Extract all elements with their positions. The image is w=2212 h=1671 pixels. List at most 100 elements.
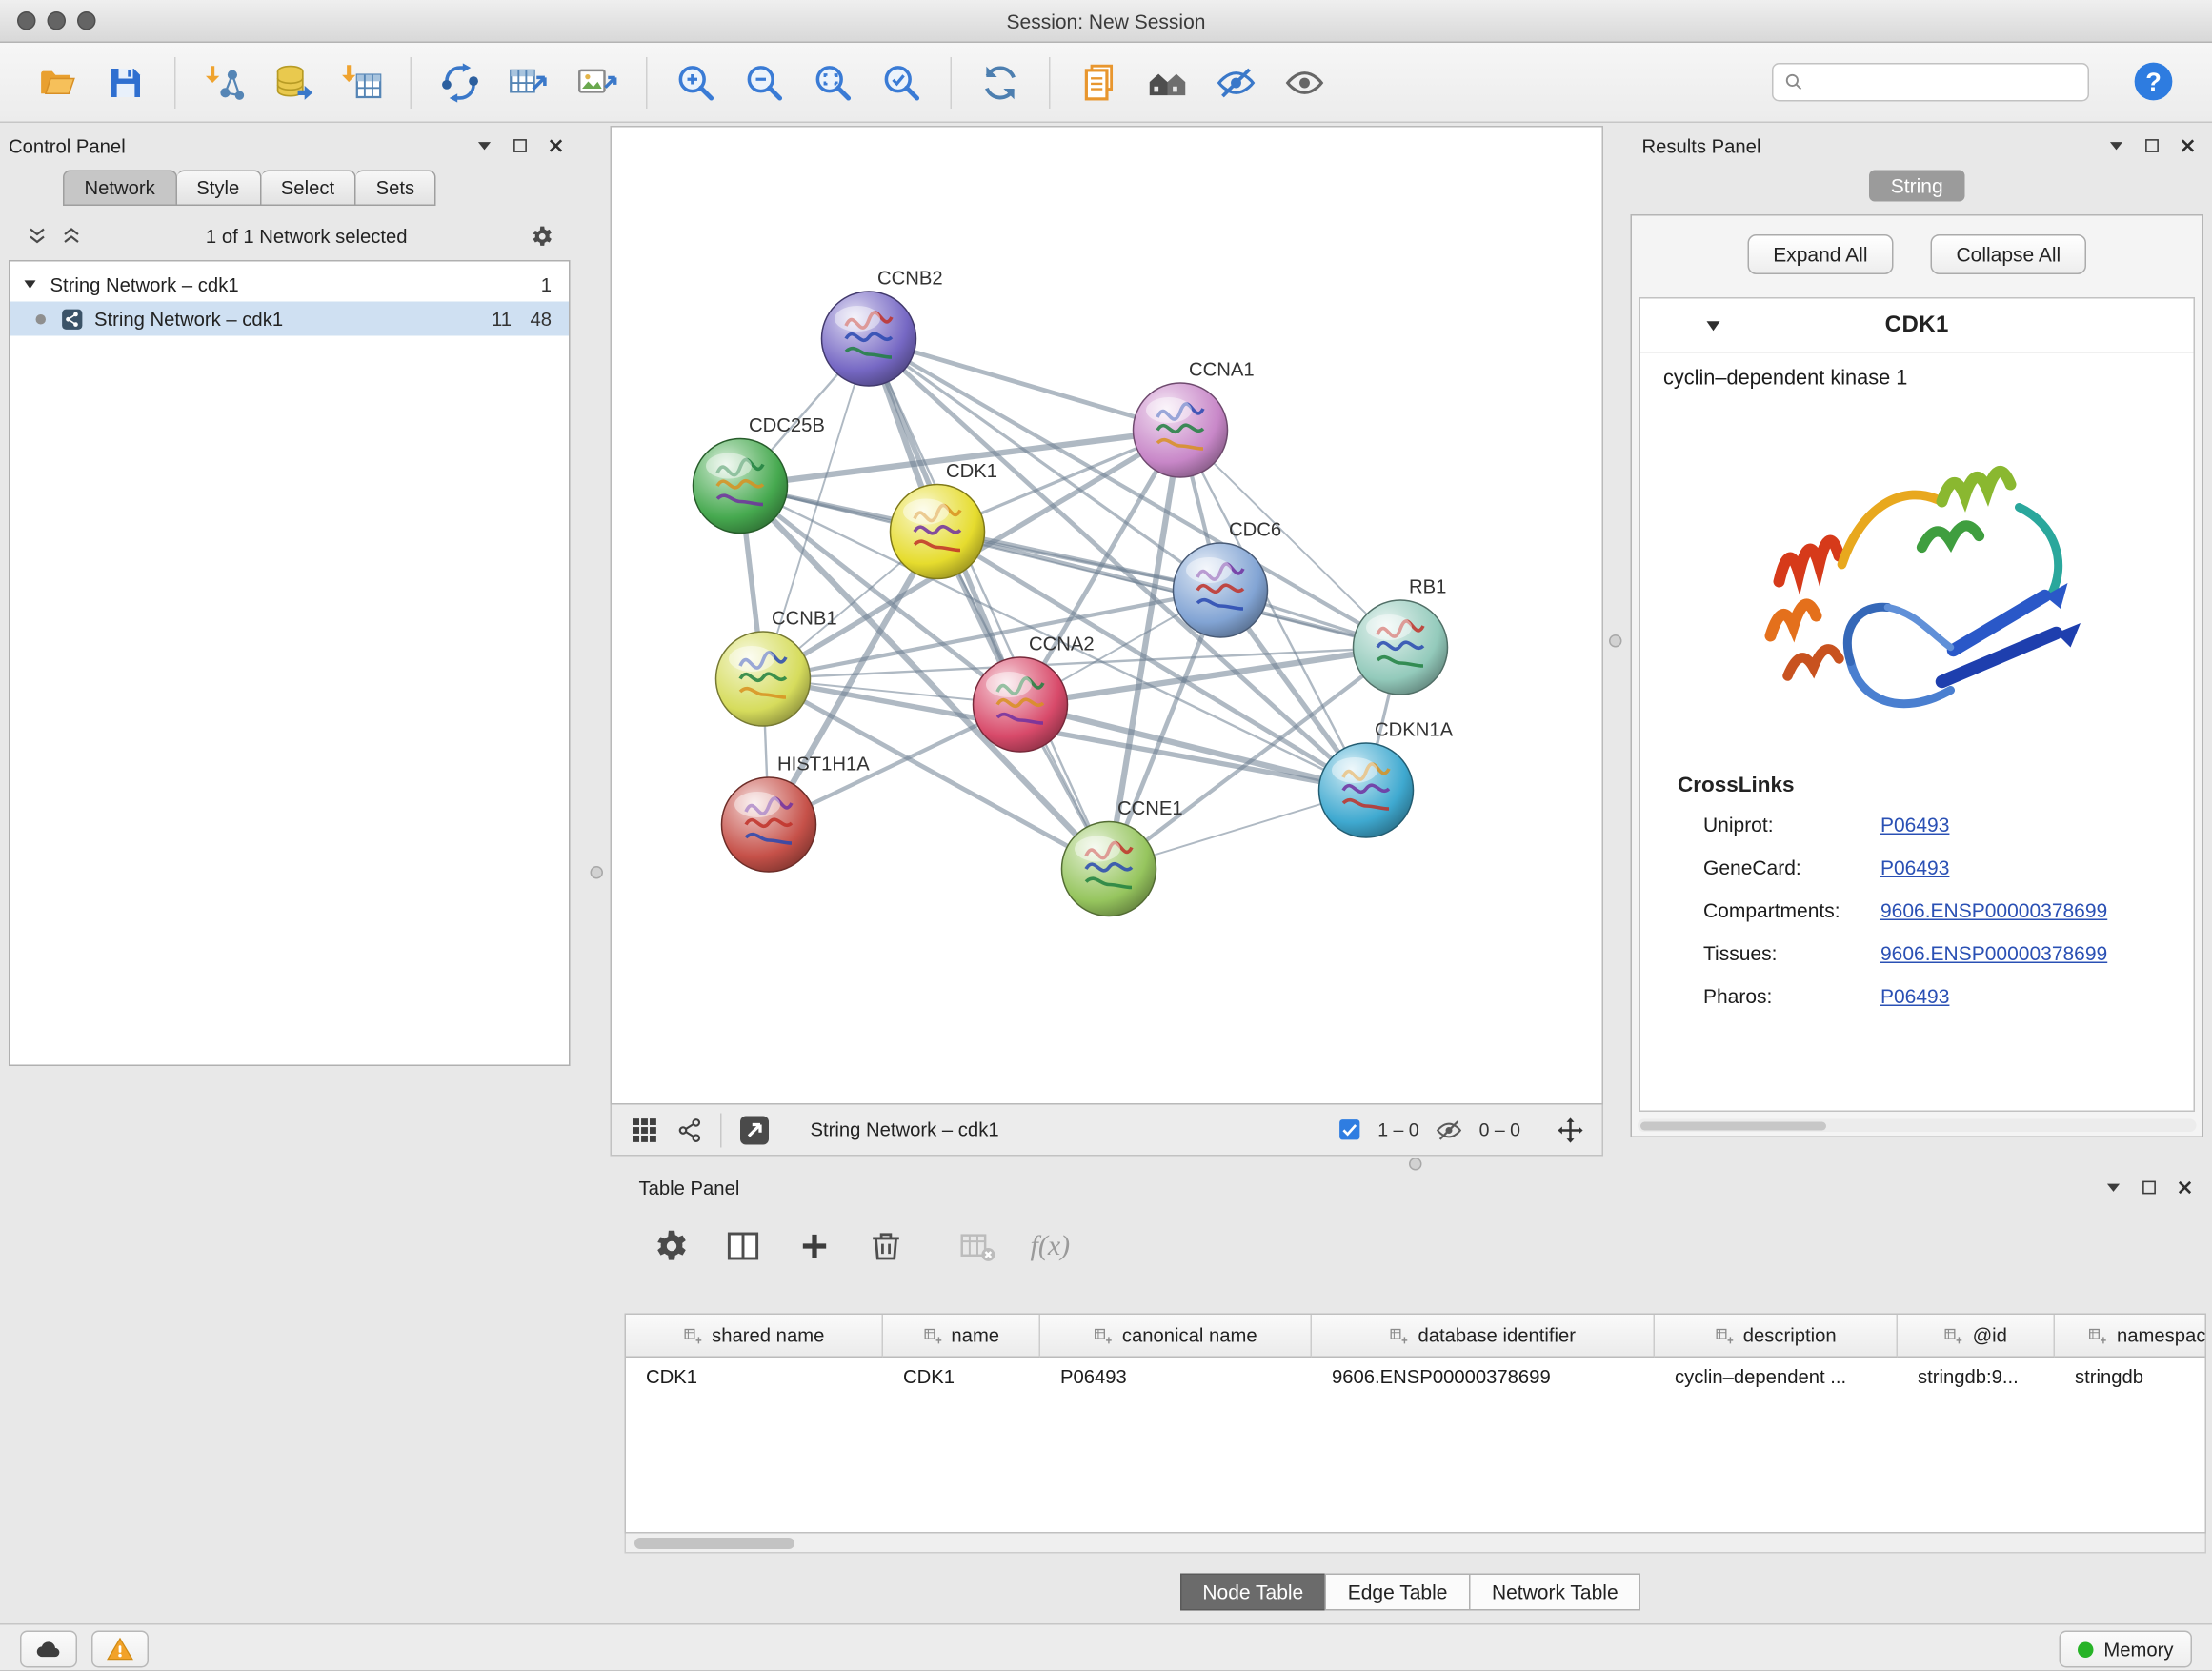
hidden-eye-icon[interactable]: [1435, 1116, 1463, 1144]
selected-checkbox-icon[interactable]: [1337, 1117, 1362, 1142]
search-input[interactable]: [1812, 65, 2078, 101]
export-image-button[interactable]: [572, 57, 623, 109]
network-node-ccna1[interactable]: [1134, 383, 1228, 477]
network-node-cdc25b[interactable]: [694, 439, 788, 534]
export-table-button[interactable]: [503, 57, 554, 109]
column-header-id[interactable]: @id: [1898, 1315, 2055, 1358]
import-network-file-button[interactable]: [199, 57, 251, 109]
network-node-rb1[interactable]: [1354, 600, 1448, 695]
network-canvas[interactable]: CCNB2CCNA1CDC25BCDK1CDC6RB1CCNB1CCNA2CDK…: [611, 126, 1604, 1105]
fit-content-icon[interactable]: [1557, 1116, 1585, 1144]
column-header-canonical-name[interactable]: canonical name: [1040, 1315, 1312, 1358]
zoom-out-button[interactable]: [739, 57, 791, 109]
help-button[interactable]: ?: [2132, 60, 2175, 103]
network-edge[interactable]: [763, 591, 1220, 679]
zoom-in-button[interactable]: [671, 57, 722, 109]
float-panel-icon[interactable]: [2142, 136, 2162, 156]
expand-all-icon[interactable]: [60, 225, 83, 248]
tab-sets[interactable]: Sets: [356, 171, 436, 207]
close-window-button[interactable]: [17, 11, 36, 30]
column-sort-icon[interactable]: [1715, 1325, 1735, 1345]
new-network-button[interactable]: [434, 57, 486, 109]
column-sort-icon[interactable]: [683, 1325, 703, 1345]
table-hscrollbar-thumb[interactable]: [634, 1537, 794, 1548]
network-overview-icon[interactable]: [676, 1116, 705, 1144]
expand-all-button[interactable]: Expand All: [1747, 234, 1893, 274]
close-panel-icon[interactable]: [2175, 1178, 2195, 1198]
results-scrollbar-thumb[interactable]: [1640, 1121, 1826, 1130]
hide-eye-button[interactable]: [1211, 57, 1262, 109]
import-table-button[interactable]: [336, 57, 388, 109]
expand-triangle-icon[interactable]: [22, 276, 39, 293]
birdseye-button[interactable]: [1142, 57, 1194, 109]
column-header-description[interactable]: description: [1655, 1315, 1898, 1358]
collapse-panel-icon[interactable]: [2103, 1178, 2123, 1198]
tab-style[interactable]: Style: [176, 171, 261, 207]
warnings-button[interactable]: [91, 1631, 149, 1668]
float-panel-icon[interactable]: [511, 136, 531, 156]
collapse-all-icon[interactable]: [26, 225, 49, 248]
protein-entry-header[interactable]: CDK1: [1640, 299, 2194, 353]
show-eye-button[interactable]: [1279, 57, 1331, 109]
crosslink-link[interactable]: 9606.ENSP00000378699: [1880, 932, 2107, 975]
memory-button[interactable]: Memory: [2060, 1631, 2192, 1668]
crosslink-link[interactable]: P06493: [1880, 846, 1949, 889]
crosslink-link[interactable]: P06493: [1880, 975, 1949, 1017]
tab-network[interactable]: Network: [63, 171, 176, 207]
tab-node-table[interactable]: Node Table: [1179, 1574, 1326, 1611]
network-edge[interactable]: [869, 339, 1180, 431]
column-header-namespac[interactable]: namespac: [2055, 1315, 2206, 1358]
zoom-selected-button[interactable]: [876, 57, 928, 109]
collapse-panel-icon[interactable]: [2106, 136, 2126, 156]
collapse-all-button[interactable]: Collapse All: [1931, 234, 2087, 274]
network-node-ccnb1[interactable]: [716, 632, 811, 726]
table-row[interactable]: CDK1CDK1P064939606.ENSP00000378699cyclin…: [626, 1358, 2206, 1397]
grid-view-icon[interactable]: [629, 1114, 660, 1145]
export-view-icon[interactable]: [737, 1113, 772, 1147]
cloud-status-button[interactable]: [20, 1631, 77, 1668]
network-node-cdk1[interactable]: [891, 485, 985, 579]
function-builder-button[interactable]: f(x): [1031, 1230, 1071, 1263]
zoom-fit-button[interactable]: [808, 57, 859, 109]
show-columns-icon[interactable]: [725, 1228, 762, 1265]
network-edge[interactable]: [869, 339, 1109, 870]
crosslink-link[interactable]: 9606.ENSP00000378699: [1880, 889, 2107, 932]
column-sort-icon[interactable]: [2088, 1325, 2108, 1345]
save-session-button[interactable]: [100, 57, 151, 109]
minimize-window-button[interactable]: [48, 11, 67, 30]
column-sort-icon[interactable]: [922, 1325, 942, 1345]
column-header-shared-name[interactable]: shared name: [626, 1315, 883, 1358]
crosslink-link[interactable]: P06493: [1880, 803, 1949, 846]
import-network-database-button[interactable]: [268, 57, 319, 109]
tab-string[interactable]: String: [1869, 171, 1964, 202]
column-sort-icon[interactable]: [1094, 1325, 1114, 1345]
network-graph[interactable]: CCNB2CCNA1CDC25BCDK1CDC6RB1CCNB1CCNA2CDK…: [612, 128, 1602, 1104]
left-splitter-handle[interactable]: [591, 866, 604, 879]
refresh-view-button[interactable]: [975, 57, 1026, 109]
column-header-name[interactable]: name: [883, 1315, 1040, 1358]
network-node-ccna2[interactable]: [974, 657, 1068, 752]
annotations-button[interactable]: [1074, 57, 1125, 109]
column-sort-icon[interactable]: [1389, 1325, 1409, 1345]
entry-expand-icon[interactable]: [1703, 316, 1723, 336]
network-node-hist1h1a[interactable]: [722, 777, 816, 872]
network-node-cdkn1a[interactable]: [1319, 743, 1414, 837]
network-node-cdc6[interactable]: [1174, 543, 1268, 637]
float-panel-icon[interactable]: [2140, 1178, 2160, 1198]
tab-network-table[interactable]: Network Table: [1469, 1574, 1641, 1611]
table-hscrollbar[interactable]: [625, 1534, 2207, 1554]
delete-column-icon[interactable]: [868, 1228, 905, 1265]
network-options-gear-icon[interactable]: [531, 224, 555, 249]
network-collection-row[interactable]: String Network – cdk1 1: [10, 268, 570, 302]
open-session-button[interactable]: [31, 57, 83, 109]
bottom-splitter-handle[interactable]: [1409, 1158, 1422, 1171]
network-node-ccne1[interactable]: [1062, 822, 1156, 916]
column-sort-icon[interactable]: [1944, 1325, 1964, 1345]
add-column-icon[interactable]: [796, 1228, 834, 1265]
maximize-window-button[interactable]: [77, 11, 96, 30]
close-panel-icon[interactable]: [546, 136, 566, 156]
collapse-panel-icon[interactable]: [474, 136, 494, 156]
results-scrollbar[interactable]: [1638, 1119, 2197, 1133]
close-panel-icon[interactable]: [2178, 136, 2198, 156]
search-field[interactable]: [1772, 63, 2089, 102]
